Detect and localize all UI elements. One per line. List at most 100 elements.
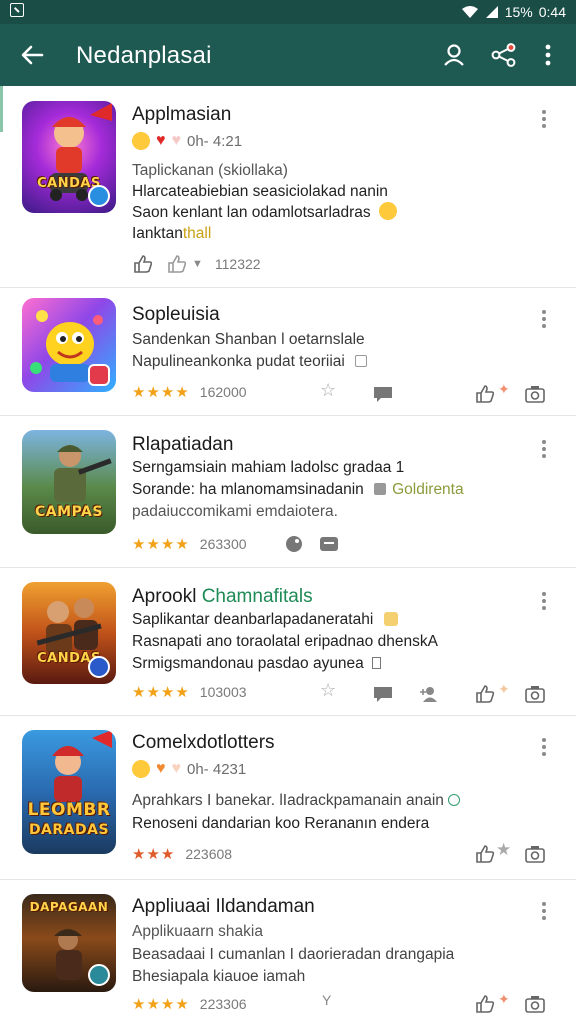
app-duration: 0h- 4:21 — [187, 132, 243, 150]
app-description-line: Serngamsiain mahiam ladolsc gradaa 1 — [132, 459, 405, 476]
screenshot-notification-icon — [10, 3, 24, 17]
app-card[interactable]: Sopleuisia Sandenkan Shanban l oetarnsla… — [0, 288, 576, 416]
app-description-line: Napulineankonka pudat teoriiai — [132, 351, 368, 372]
app-thumbnail: LEOMBR DARADAS — [22, 730, 116, 854]
battery-percent: 15% — [504, 4, 533, 20]
more-options-icon[interactable] — [538, 438, 550, 458]
camera-icon[interactable] — [524, 684, 546, 704]
app-card[interactable]: LEOMBR DARADAS Comelxdotlotters ♥ ♥ 0h- … — [0, 716, 576, 880]
thumbnail-logo-sub: DARADAS — [28, 822, 110, 838]
description-text: Ianktan — [132, 225, 183, 242]
rating-stars: ★★★★ — [132, 996, 190, 1013]
sparkle-icon: ✦ — [498, 381, 510, 397]
share-icon[interactable] — [490, 41, 518, 69]
like-icon[interactable] — [474, 844, 496, 864]
app-meta: ♥ ♥ 0h- 4231 — [132, 760, 246, 778]
comment-icon[interactable] — [372, 684, 394, 704]
app-card[interactable]: CANDAS Applmasian ♥ ♥ 0h- 4:21 Taplickan… — [0, 86, 576, 288]
app-card[interactable]: DAPAGAAN Appliuaai Ildandaman Applikuaar… — [0, 880, 576, 1024]
globe-icon[interactable] — [284, 534, 306, 554]
favorite-star-icon[interactable]: ☆ — [320, 380, 336, 401]
description-text: Sorande: ha mlanomamsinadanin — [132, 481, 364, 498]
app-count: 223608 — [185, 846, 233, 862]
dropdown-icon[interactable]: ▼ — [192, 258, 203, 270]
add-person-icon[interactable] — [418, 684, 440, 704]
description-highlight: Goldirenta — [392, 481, 464, 498]
page-title: Nedanplasai — [76, 42, 212, 69]
app-title: Aprookl Chamnafitals — [132, 586, 313, 608]
filter-icon[interactable]: Y — [322, 992, 331, 1008]
more-options-icon[interactable] — [538, 736, 550, 756]
smile-emoji-icon — [379, 202, 397, 220]
app-description-line: Sorande: ha mlanomamsinadanin Goldirenta — [132, 479, 464, 500]
app-actions-row: ★★★★ 263300 — [132, 532, 554, 556]
more-options-icon[interactable] — [538, 108, 550, 128]
thumbnail-logo: LEOMBR — [27, 800, 111, 820]
thumbnail-badge — [88, 964, 110, 986]
app-description-line: padaiuccomikami emdaiotera. — [132, 503, 338, 520]
favorite-star-icon[interactable]: ☆ — [320, 680, 336, 701]
check-circle-icon — [448, 794, 461, 806]
app-description-line: Srmigsmandonau pasdao ayunea — [132, 653, 382, 674]
app-description-line: Renoseni dandarian koo Rerananın endera — [132, 815, 430, 832]
camera-icon[interactable] — [524, 994, 546, 1014]
description-text: Saplikantar deanbarlapadaneratahi — [132, 611, 374, 628]
app-count: 263300 — [199, 536, 247, 552]
sparkle-icon: ✦ — [498, 991, 510, 1007]
overflow-menu-icon[interactable] — [534, 41, 562, 69]
app-count: 162000 — [199, 384, 247, 400]
more-options-icon[interactable] — [538, 590, 550, 610]
back-arrow-icon[interactable] — [18, 41, 46, 69]
info-box-icon — [355, 355, 368, 367]
app-description-line: Ianktanthall — [132, 223, 211, 244]
favorite-star-icon[interactable]: ★ — [496, 840, 511, 860]
thumbnail-badge — [88, 364, 110, 386]
camera-icon[interactable] — [524, 384, 546, 404]
chat-box-icon[interactable] — [318, 534, 340, 554]
description-text: Aprahkars I banekar. lIadrackpamanain an… — [132, 792, 444, 809]
camera-icon[interactable] — [524, 844, 546, 864]
description-text: Saon kenlant lan odamlotsarladras — [132, 204, 371, 221]
app-title: Applmasian — [132, 104, 232, 125]
title-text: Aprookl — [132, 586, 197, 607]
description-text: Napulineankonka pudat teoriiai — [132, 353, 345, 370]
thumbnail-badge — [88, 656, 110, 678]
wifi-icon — [461, 6, 478, 18]
thumbnail-logo: DAPAGAAN — [29, 900, 109, 914]
app-card[interactable]: CAMPAS Rlapatiadan Serngamsiain mahiam l… — [0, 416, 576, 568]
more-options-icon[interactable] — [538, 308, 550, 328]
grin-emoji-icon — [132, 760, 150, 778]
app-duration: 0h- 4231 — [187, 760, 247, 778]
app-description-line: Saon kenlant lan odamlotsarladras — [132, 202, 397, 223]
thumb-up-outline-icon[interactable] — [166, 254, 188, 274]
account-icon[interactable] — [440, 41, 468, 69]
app-thumbnail: CANDAS — [22, 582, 116, 684]
like-icon[interactable] — [474, 384, 496, 404]
heart-outline-icon: ♥ — [171, 132, 182, 149]
like-icon[interactable] — [474, 994, 496, 1014]
app-description-line: Rasnapati ano toraolatal eripadnao dhens… — [132, 633, 438, 650]
comment-icon[interactable] — [372, 384, 394, 404]
more-options-icon[interactable] — [538, 900, 550, 920]
signal-icon — [485, 6, 498, 18]
app-thumbnail — [22, 298, 116, 392]
heart-icon: ♥ — [156, 760, 166, 777]
app-count: 223306 — [199, 996, 247, 1012]
like-icon[interactable] — [474, 684, 496, 704]
title-highlight: Chamnafitals — [201, 586, 313, 607]
app-meta: ♥ ♥ 0h- 4:21 — [132, 132, 242, 150]
app-card[interactable]: CANDAS Aprookl Chamnafitals Saplikantar … — [0, 568, 576, 716]
app-description-line: Bhesiapala kiauoe iamah — [132, 968, 306, 985]
app-description-line: Beasadaai I cumanlan I daorieradan drang… — [132, 946, 455, 963]
app-actions-row: ▼ 112322 — [132, 252, 554, 276]
document-icon — [372, 657, 382, 669]
app-description-line: Sandenkan Shanban l oetarnslale — [132, 331, 365, 348]
rating-stars: ★★★★ — [132, 536, 190, 553]
clock: 0:44 — [538, 4, 566, 20]
app-count: 103003 — [199, 684, 247, 700]
sparkle-icon: ✦ — [498, 681, 510, 697]
thumbnail-logo: CAMPAS — [35, 504, 103, 520]
rating-stars: ★★★ — [132, 846, 176, 863]
thumb-up-icon[interactable] — [132, 254, 154, 274]
app-subtitle: Taplickanan (skiollaka) — [132, 162, 288, 179]
